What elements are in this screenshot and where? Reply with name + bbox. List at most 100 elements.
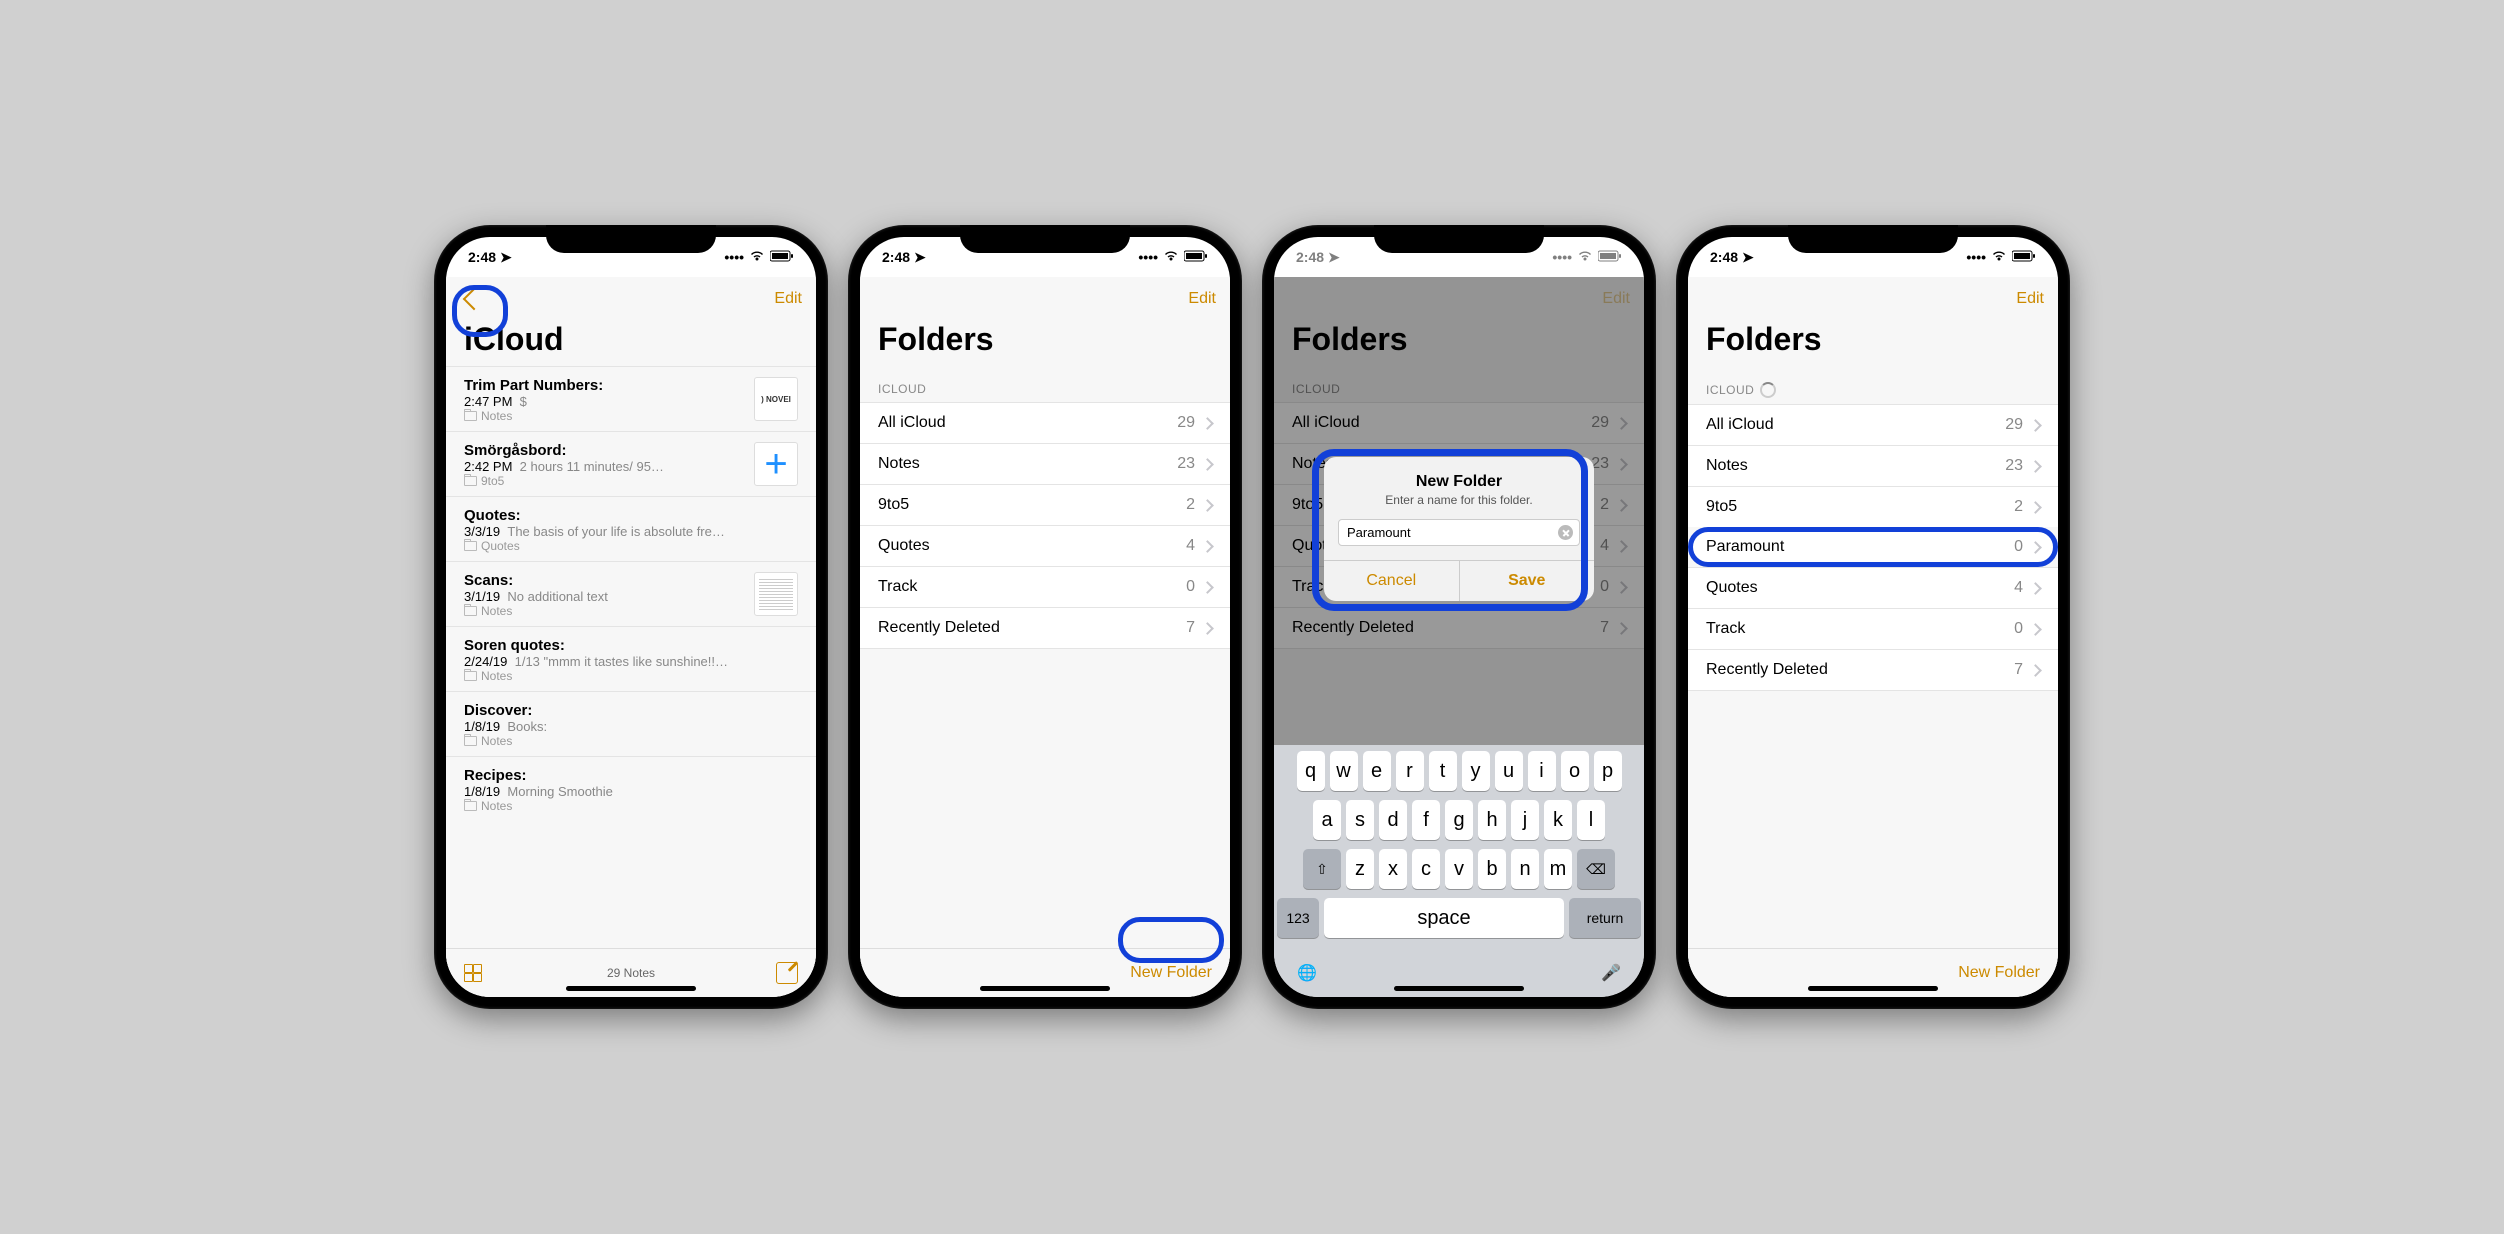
- key-z[interactable]: z: [1346, 849, 1374, 889]
- mic-icon[interactable]: 🎤: [1601, 963, 1621, 983]
- folder-row[interactable]: All iCloud 29: [860, 402, 1230, 443]
- folder-row[interactable]: Quotes 4: [860, 525, 1230, 566]
- folder-count: 23: [1177, 455, 1195, 473]
- folder-row[interactable]: Track 0: [860, 566, 1230, 607]
- key-i[interactable]: i: [1528, 751, 1556, 791]
- chevron-right-icon: [1201, 458, 1214, 471]
- note-item[interactable]: Discover: 1/8/19 Books: Notes: [446, 691, 816, 756]
- compose-button[interactable]: [776, 962, 798, 984]
- home-indicator[interactable]: [1394, 986, 1524, 991]
- folder-icon: [464, 476, 477, 486]
- key-t[interactable]: t: [1429, 751, 1457, 791]
- home-indicator[interactable]: [1808, 986, 1938, 991]
- cancel-button[interactable]: Cancel: [1324, 561, 1460, 601]
- nav-bar: Edit: [446, 277, 816, 321]
- folder-row[interactable]: 9to5 2: [860, 484, 1230, 525]
- key-o[interactable]: o: [1561, 751, 1589, 791]
- back-button[interactable]: [463, 288, 486, 311]
- folder-icon: [464, 671, 477, 681]
- folder-row[interactable]: All iCloud 29: [1688, 404, 2058, 445]
- key-d[interactable]: d: [1379, 800, 1407, 840]
- new-folder-button[interactable]: New Folder: [1130, 964, 1212, 982]
- gallery-view-button[interactable]: [464, 964, 482, 982]
- note-item[interactable]: Soren quotes: 2/24/19 1/13 "mmm it taste…: [446, 626, 816, 691]
- note-meta: 1/8/19 Morning Smoothie: [464, 784, 798, 799]
- new-folder-button[interactable]: New Folder: [1958, 964, 2040, 982]
- return-key[interactable]: return: [1569, 898, 1641, 938]
- note-folder: Notes: [464, 669, 798, 683]
- battery-icon: [1184, 249, 1208, 265]
- note-item[interactable]: Scans: 3/1/19 No additional text Notes: [446, 561, 816, 626]
- page-title: Folders: [1688, 321, 2058, 366]
- chevron-right-icon: [2029, 664, 2042, 677]
- folder-row[interactable]: Recently Deleted 7: [1688, 649, 2058, 691]
- notes-count: 29 Notes: [607, 966, 655, 980]
- key-h[interactable]: h: [1478, 800, 1506, 840]
- key-n[interactable]: n: [1511, 849, 1539, 889]
- home-indicator[interactable]: [566, 986, 696, 991]
- key-e[interactable]: e: [1363, 751, 1391, 791]
- key-c[interactable]: c: [1412, 849, 1440, 889]
- key-u[interactable]: u: [1495, 751, 1523, 791]
- globe-icon[interactable]: 🌐: [1297, 963, 1317, 983]
- shift-key[interactable]: ⇧: [1303, 849, 1341, 889]
- note-item[interactable]: Quotes: 3/3/19 The basis of your life is…: [446, 496, 816, 561]
- folder-row[interactable]: Notes 23: [860, 443, 1230, 484]
- key-b[interactable]: b: [1478, 849, 1506, 889]
- key-s[interactable]: s: [1346, 800, 1374, 840]
- space-key[interactable]: space: [1324, 898, 1564, 938]
- key-p[interactable]: p: [1594, 751, 1622, 791]
- key-k[interactable]: k: [1544, 800, 1572, 840]
- page-title: iCloud: [446, 321, 816, 366]
- folder-row[interactable]: Recently Deleted 7: [860, 607, 1230, 649]
- folder-icon: [464, 411, 477, 421]
- edit-button[interactable]: Edit: [774, 290, 802, 308]
- notch: [1788, 225, 1958, 253]
- key-q[interactable]: q: [1297, 751, 1325, 791]
- key-j[interactable]: j: [1511, 800, 1539, 840]
- numbers-key[interactable]: 123: [1277, 898, 1319, 938]
- note-item[interactable]: Trim Part Numbers: 2:47 PM $ Notes ) NOV…: [446, 366, 816, 431]
- folder-name-input[interactable]: [1345, 524, 1558, 541]
- phone-frame: 2:48➤ •••• Edit iCloud Trim Part Numbers…: [434, 225, 828, 1009]
- key-f[interactable]: f: [1412, 800, 1440, 840]
- notch: [960, 225, 1130, 253]
- folder-row[interactable]: Track 0: [1688, 608, 2058, 649]
- note-item[interactable]: Recipes: 1/8/19 Morning Smoothie Notes: [446, 756, 816, 821]
- edit-button[interactable]: Edit: [2016, 290, 2044, 308]
- chevron-right-icon: [1201, 581, 1214, 594]
- key-w[interactable]: w: [1330, 751, 1358, 791]
- notch: [1374, 225, 1544, 253]
- key-a[interactable]: a: [1313, 800, 1341, 840]
- folder-row[interactable]: Quotes 4: [1688, 567, 2058, 608]
- key-g[interactable]: g: [1445, 800, 1473, 840]
- folder-name: Quotes: [1706, 579, 2014, 597]
- clear-input-button[interactable]: [1558, 525, 1573, 540]
- save-button[interactable]: Save: [1460, 561, 1595, 601]
- folder-row[interactable]: Paramount 0: [1688, 527, 2058, 567]
- note-item[interactable]: Smörgåsbord: 2:42 PM 2 hours 11 minutes/…: [446, 431, 816, 496]
- key-x[interactable]: x: [1379, 849, 1407, 889]
- folder-row[interactable]: Notes 23: [1688, 445, 2058, 486]
- alert-message: Enter a name for this folder.: [1324, 493, 1594, 519]
- folder-name: Track: [1706, 620, 2014, 638]
- backspace-key[interactable]: ⌫: [1577, 849, 1615, 889]
- key-y[interactable]: y: [1462, 751, 1490, 791]
- chevron-right-icon: [1201, 499, 1214, 512]
- wifi-icon: [749, 249, 765, 265]
- note-meta: 3/1/19 No additional text: [464, 589, 742, 604]
- folder-count: 0: [1186, 578, 1195, 596]
- note-meta: 3/3/19 The basis of your life is absolut…: [464, 524, 798, 539]
- note-folder: Notes: [464, 409, 742, 423]
- key-r[interactable]: r: [1396, 751, 1424, 791]
- folder-icon: [464, 606, 477, 616]
- home-indicator[interactable]: [980, 986, 1110, 991]
- folder-row[interactable]: 9to5 2: [1688, 486, 2058, 527]
- edit-button[interactable]: Edit: [1188, 290, 1216, 308]
- chevron-right-icon: [1201, 540, 1214, 553]
- key-m[interactable]: m: [1544, 849, 1572, 889]
- key-l[interactable]: l: [1577, 800, 1605, 840]
- folder-icon: [464, 736, 477, 746]
- note-meta: 2:42 PM 2 hours 11 minutes/ 95…: [464, 459, 742, 474]
- key-v[interactable]: v: [1445, 849, 1473, 889]
